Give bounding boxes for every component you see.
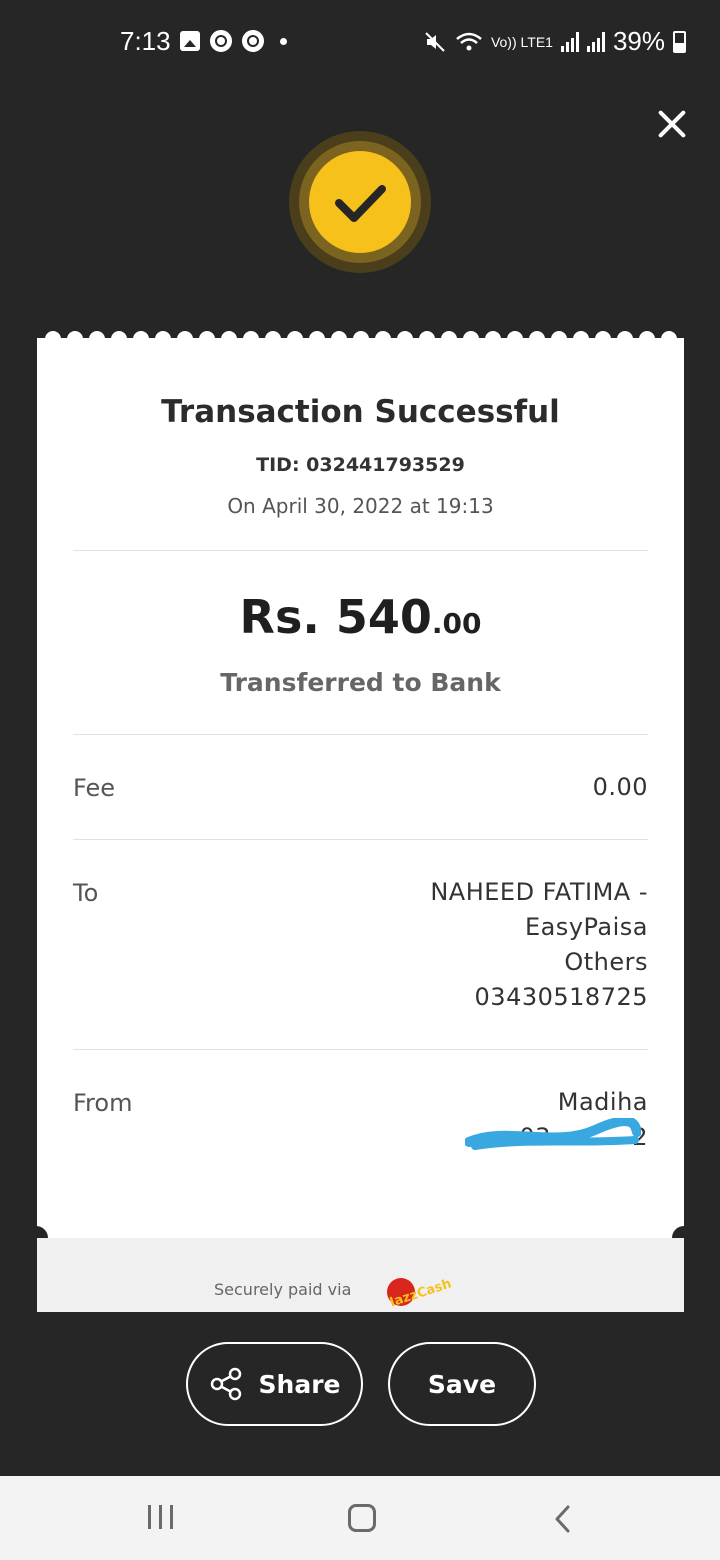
jazzcash-logo: JazzCash (387, 1276, 453, 1306)
fee-label: Fee (73, 774, 116, 802)
chrome-icon (242, 30, 264, 52)
to-value-line: 03430518725 (474, 983, 648, 1011)
divider (73, 734, 648, 735)
amount-main: Rs. 540 (239, 590, 432, 644)
battery-percent: 39% (612, 26, 665, 56)
check-icon (335, 185, 386, 222)
to-value-line: EasyPaisa (524, 913, 648, 941)
back-icon[interactable] (552, 1504, 574, 1534)
home-icon[interactable] (348, 1504, 376, 1532)
divider (73, 1049, 648, 1050)
share-label: Share (258, 1369, 341, 1399)
notification-icons (180, 30, 287, 52)
secure-payment-text: Securely paid via (214, 1280, 352, 1299)
success-badge (309, 151, 411, 253)
save-label: Save (427, 1369, 497, 1399)
transfer-type: Transferred to Bank (220, 668, 501, 697)
redaction-scribble (465, 1118, 641, 1150)
signal-icon (586, 31, 605, 52)
to-value-line: Others (564, 948, 648, 976)
navigation-bar (0, 1476, 720, 1560)
status-bar: 7:13 Vo)) LTE1 39% (0, 0, 720, 84)
to-value: NAHEED FATIMA - EasyPaisa Others 0343051… (430, 875, 648, 1015)
image-icon (180, 31, 200, 51)
fee-value-line: 0.00 (592, 773, 648, 801)
dot-icon (280, 37, 287, 45)
transaction-date: On April 30, 2022 at 19:13 (227, 494, 494, 518)
divider (73, 839, 648, 840)
receipt-footer: Securely paid via JazzCash (37, 1238, 684, 1312)
status-time: 7:13 (120, 26, 171, 56)
chrome-icon (210, 30, 232, 52)
from-label: From (73, 1089, 133, 1117)
fee-value: 0.00 (593, 770, 648, 805)
amount: Rs. 540.00 (37, 590, 684, 644)
share-icon (210, 1367, 241, 1401)
wifi-icon (456, 32, 482, 50)
close-icon[interactable] (652, 104, 692, 144)
share-button[interactable]: Share (186, 1342, 363, 1426)
amount-decimal: .00 (431, 607, 482, 640)
to-value-line: NAHEED FATIMA - (430, 878, 648, 906)
signal-icon (560, 31, 579, 52)
network-label: Vo)) LTE1 (490, 33, 553, 50)
save-button[interactable]: Save (388, 1342, 536, 1426)
transaction-id: TID: 032441793529 (256, 454, 465, 476)
receipt-card: Transaction Successful TID: 032441793529… (37, 338, 684, 1312)
receipt-title: Transaction Successful (161, 394, 560, 430)
to-label: To (73, 879, 99, 907)
recent-apps-icon[interactable] (148, 1505, 173, 1529)
from-value-line: Madiha (557, 1088, 648, 1116)
mute-icon (425, 31, 445, 52)
battery-icon (673, 30, 686, 53)
divider (73, 550, 648, 551)
status-right: Vo)) LTE1 39% (423, 26, 686, 57)
